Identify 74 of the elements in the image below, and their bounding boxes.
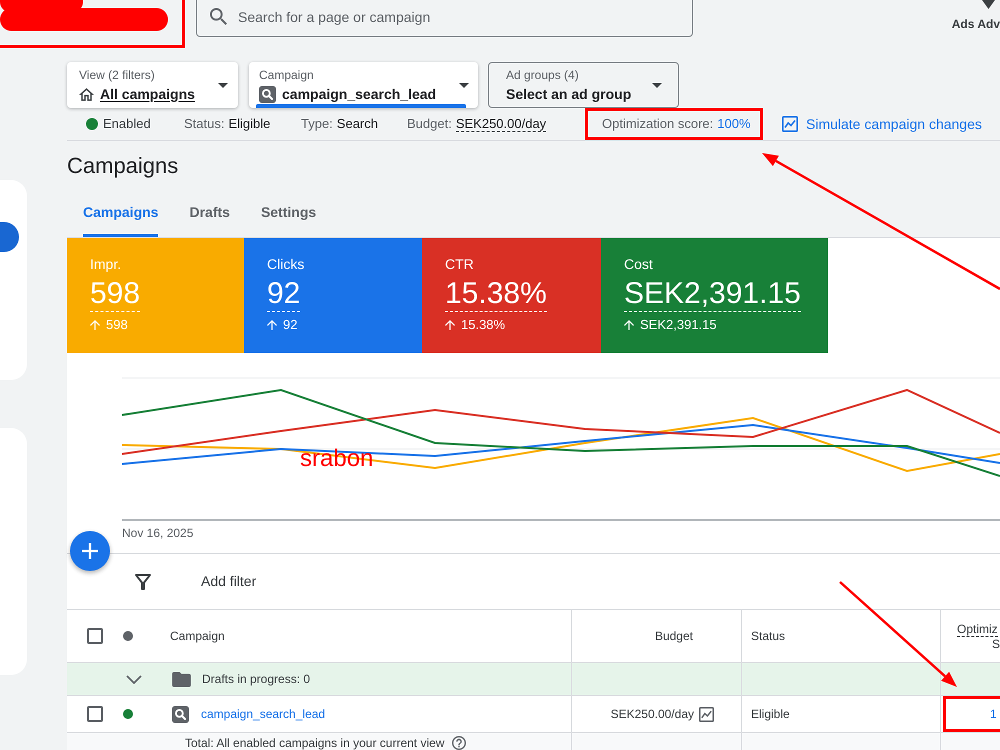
arrow-up-icon xyxy=(267,320,277,330)
column-header[interactable]: Campaign xyxy=(170,627,225,645)
caret-icon xyxy=(218,82,228,88)
metric-change: 15.38% xyxy=(461,317,506,333)
drafts-label: Drafts in progress: 0 xyxy=(202,671,310,688)
metric-card[interactable]: CTR 15.38% 15.38% xyxy=(422,238,601,353)
status-value: Eligible xyxy=(751,706,790,723)
status-label: Status: xyxy=(184,115,224,134)
chevron-down-icon[interactable] xyxy=(126,674,142,684)
help-icon[interactable] xyxy=(452,736,466,750)
status-value: Eligible xyxy=(228,115,270,134)
dropdown[interactable]: View (2 filters) All campaigns xyxy=(67,62,238,108)
column-header[interactable]: S xyxy=(992,636,1000,650)
budget-value: SEK250.00/day xyxy=(610,706,694,723)
status-value: Search xyxy=(336,115,378,134)
dropdown-label: Campaign xyxy=(259,68,315,82)
metric-value: 92 xyxy=(267,277,300,312)
line-chart-icon xyxy=(699,706,714,722)
plus-icon xyxy=(82,543,98,559)
search-icon xyxy=(259,86,276,102)
checkbox[interactable] xyxy=(87,706,103,722)
dropdown[interactable]: Ad groups (4) Select an ad group xyxy=(488,62,679,108)
metric-card[interactable]: Cost SEK2,391.15 SEK2,391.15 xyxy=(601,238,828,353)
axis-label: Nov 16, 2025 xyxy=(122,526,194,540)
column-header[interactable]: Status xyxy=(751,627,786,645)
line-chart-icon xyxy=(782,116,798,132)
metric-card[interactable]: Clicks 92 92 xyxy=(244,238,422,353)
metric-label: Cost xyxy=(624,256,653,273)
home-icon xyxy=(79,88,94,100)
metric-change: 598 xyxy=(106,317,128,333)
metric-label: CTR xyxy=(445,256,474,273)
dropdown-label: Ad groups (4) xyxy=(506,68,580,82)
score-link[interactable]: 1 xyxy=(990,705,997,723)
dropdown-value: campaign_search_lead xyxy=(282,86,436,102)
column-header[interactable]: Optimiz xyxy=(957,622,998,636)
status-label: Type: xyxy=(301,115,333,134)
caret-icon xyxy=(652,82,662,88)
arrow-up-icon xyxy=(624,320,634,330)
tab[interactable]: Settings xyxy=(260,195,316,237)
search-icon xyxy=(172,706,189,722)
search-icon xyxy=(210,8,227,25)
metric-label: Impr. xyxy=(90,256,122,273)
campaign-link[interactable]: campaign_search_lead xyxy=(201,705,326,723)
simulate-link[interactable]: Simulate campaign changes xyxy=(782,114,982,134)
search-field[interactable]: Search for a page or campaign xyxy=(196,0,693,37)
status-label: Budget: xyxy=(407,115,452,134)
semicircle-icon[interactable] xyxy=(0,222,19,252)
arrow-up-icon xyxy=(445,320,455,330)
column-header[interactable]: Budget xyxy=(654,627,693,645)
metric-value: 598 xyxy=(90,277,140,312)
dropdown[interactable]: Campaign campaign_search_lead xyxy=(249,62,478,108)
checkbox[interactable] xyxy=(87,628,103,644)
metric-change: SEK2,391.15 xyxy=(640,317,717,333)
status-text: Enabled xyxy=(103,115,151,134)
metric-label: Clicks xyxy=(267,256,304,273)
advisor-label[interactable]: Ads Adv xyxy=(952,17,1000,31)
dropdown-value: Select an ad group xyxy=(506,86,632,102)
metric-value: 15.38% xyxy=(445,277,547,312)
status-value: SEK250.00/day xyxy=(456,116,546,132)
dropdown-label: View (2 filters) xyxy=(79,68,156,82)
metric-value: SEK2,391.15 xyxy=(624,277,801,312)
triangle-icon[interactable] xyxy=(982,0,995,9)
status-link[interactable]: 100% xyxy=(717,114,751,134)
metric-change: 92 xyxy=(283,317,298,333)
add-filter-button[interactable]: Add filter xyxy=(201,571,256,592)
caret-icon xyxy=(459,82,469,88)
dropdown-value: All campaigns xyxy=(100,86,195,102)
page-title: Campaigns xyxy=(67,152,178,180)
status-label: Optimization score: xyxy=(602,115,714,134)
arrow-up-icon xyxy=(90,320,100,330)
tab[interactable]: Drafts xyxy=(189,195,230,237)
total-label: Total: All enabled campaigns in your current view xyxy=(185,736,444,750)
filter-icon[interactable] xyxy=(135,574,151,590)
folder-icon xyxy=(172,672,191,686)
